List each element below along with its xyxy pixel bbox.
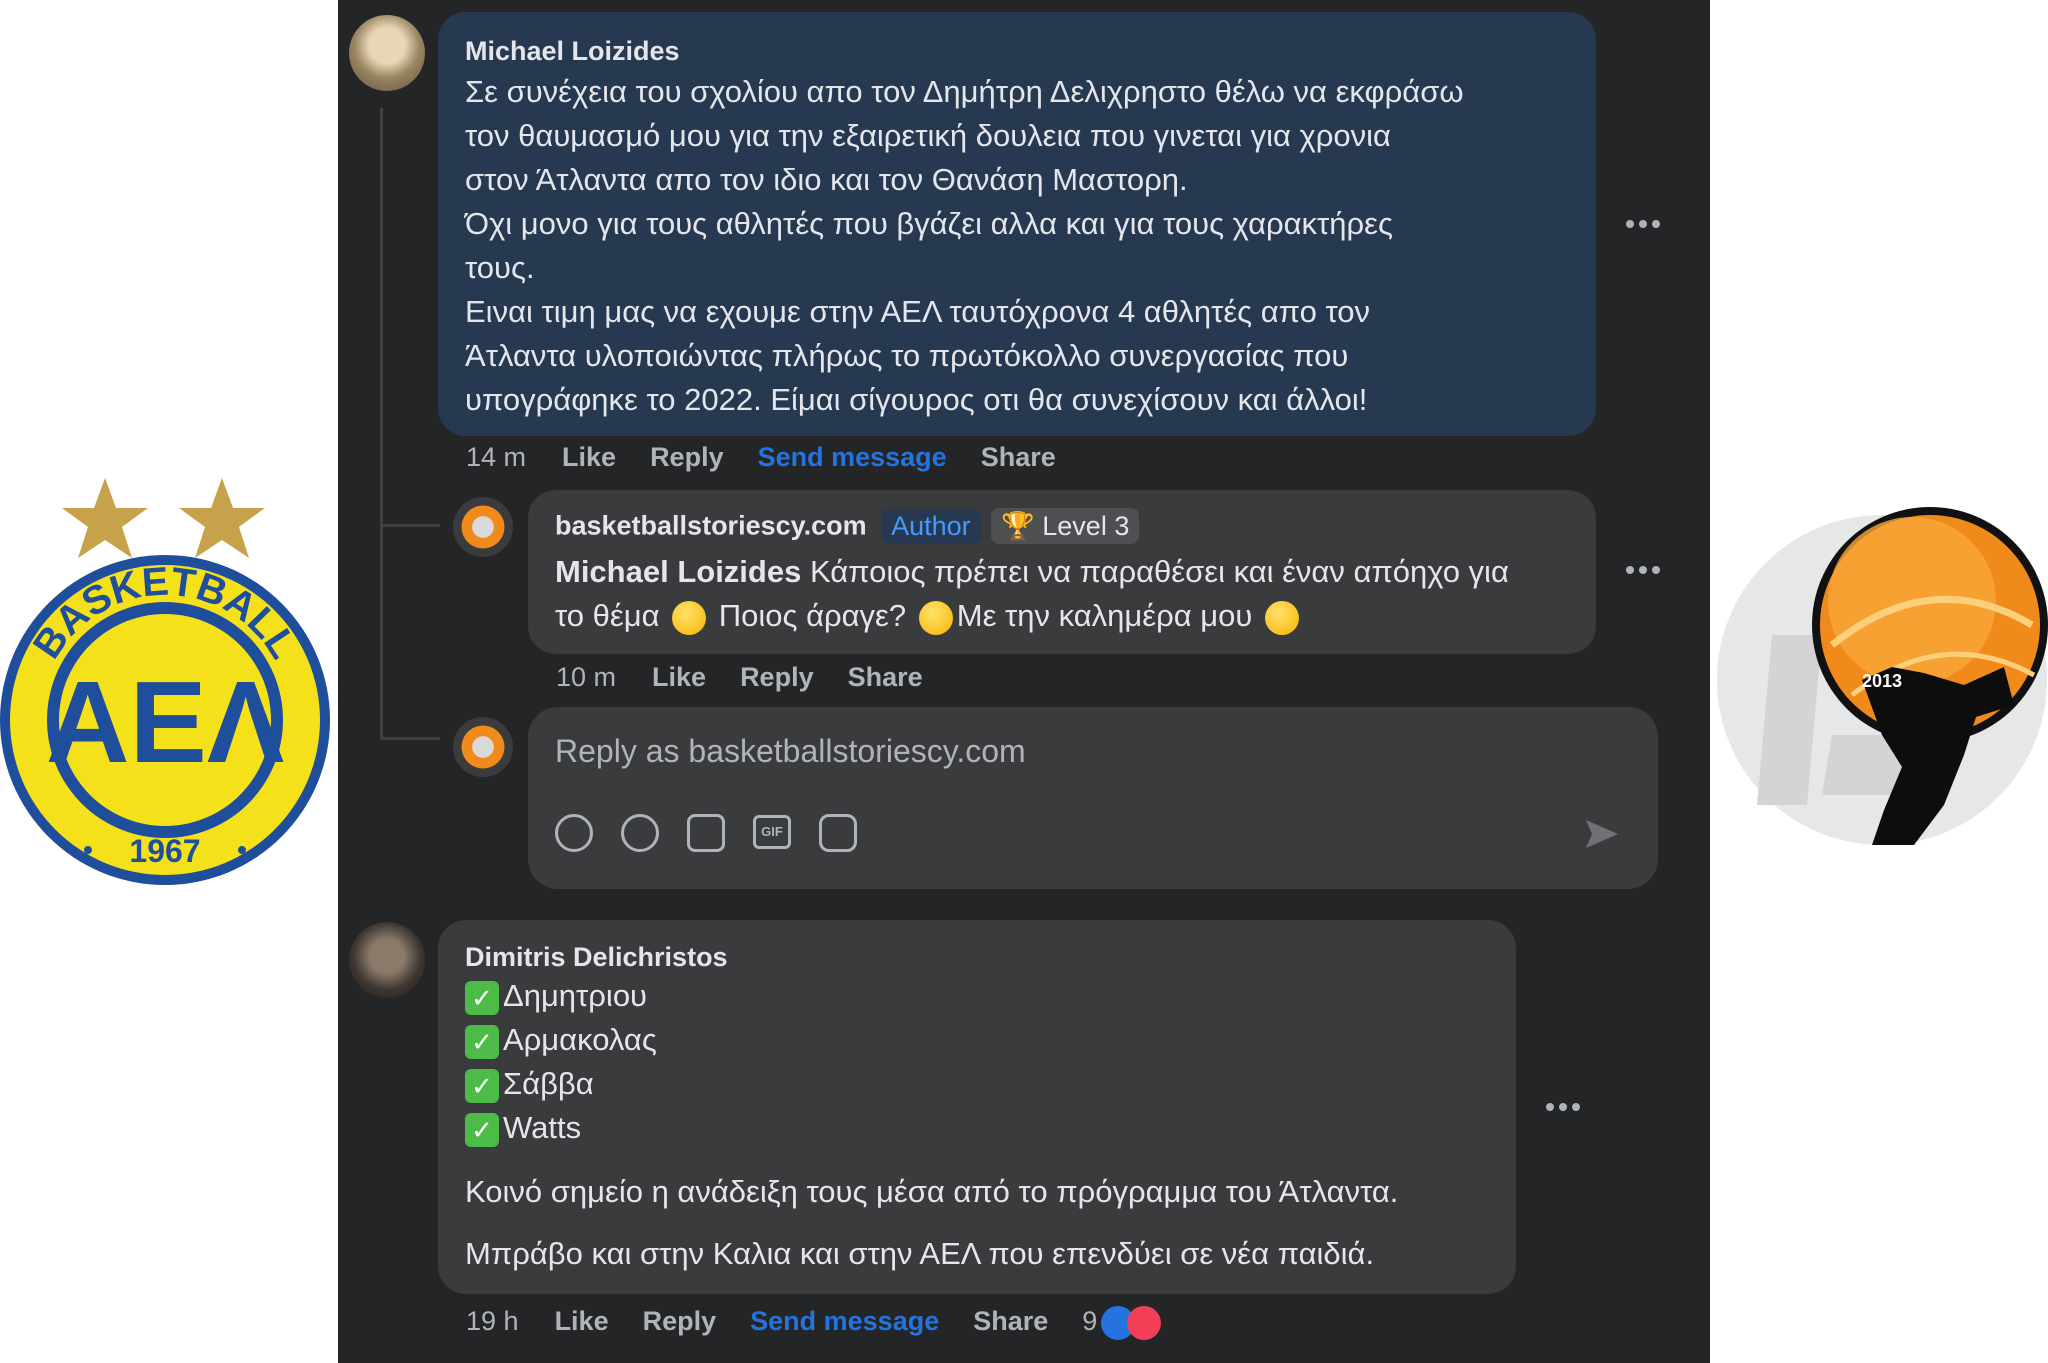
reply-button[interactable]: Reply xyxy=(740,662,814,692)
reaction-count[interactable]: 9 xyxy=(1082,1306,1097,1336)
avatar-sticker-icon[interactable] xyxy=(555,814,593,852)
send-icon[interactable] xyxy=(1582,814,1622,854)
comment-bubble: basketballstoriescy.com Author 🏆 Level 3… xyxy=(528,490,1596,654)
wink-emoji-icon xyxy=(918,600,953,635)
comment-author[interactable]: Dimitris Delichristos xyxy=(465,942,728,973)
star-icon xyxy=(62,478,148,558)
avatar[interactable] xyxy=(453,717,513,777)
comment-text: Κοινό σημείο η ανάδειξη τους μέσα από το… xyxy=(465,1174,1399,1209)
gif-icon[interactable]: GIF xyxy=(753,815,791,849)
more-options-icon[interactable] xyxy=(1626,220,1660,230)
comment-actions: 14 m Like Reply Send message Share xyxy=(466,442,1090,473)
checklist-item: ✓ Δημητριου xyxy=(465,974,657,1018)
logo-year: 2013 xyxy=(1862,671,1902,691)
send-message-button[interactable]: Send message xyxy=(750,1306,939,1336)
thread-line xyxy=(380,524,440,527)
share-button[interactable]: Share xyxy=(981,442,1056,472)
smile-emoji-icon xyxy=(1264,600,1299,635)
trophy-icon: 🏆 xyxy=(1001,511,1035,541)
comment-header: basketballstoriescy.com Author 🏆 Level 3 xyxy=(555,508,1140,544)
comment-author[interactable]: basketballstoriescy.com xyxy=(555,511,867,541)
checklist-item: ✓ Σάββα xyxy=(465,1062,657,1106)
love-reaction-icon[interactable] xyxy=(1127,1306,1162,1340)
comment-text: Michael Loizides Κάποιος πρέπει να παραθ… xyxy=(555,554,1509,635)
comment-bubble: Dimitris Delichristos ✓ Δημητριου ✓ Αρμακο… xyxy=(438,920,1516,1294)
emoji-icon[interactable] xyxy=(621,814,659,852)
like-button[interactable]: Like xyxy=(562,442,616,472)
comment-author[interactable]: Michael Loizides xyxy=(465,36,680,67)
thread-line xyxy=(380,108,383,740)
thread-line xyxy=(380,737,440,740)
check-icon: ✓ xyxy=(465,980,499,1015)
atlas-academy-logo: 2013 xyxy=(1712,505,2048,855)
ael-basketball-logo: BASKETBALL ΑΕΛ 1967 xyxy=(0,470,340,890)
star-icon xyxy=(179,478,265,558)
share-button[interactable]: Share xyxy=(848,662,923,692)
reply-input[interactable]: Reply as basketballstoriescy.com xyxy=(555,729,1615,773)
avatar[interactable] xyxy=(453,497,513,557)
sticker-icon[interactable] xyxy=(819,814,857,852)
logo-year: 1967 xyxy=(129,833,200,869)
reply-button[interactable]: Reply xyxy=(643,1306,717,1336)
author-badge: Author xyxy=(881,508,981,544)
comment-time[interactable]: 19 h xyxy=(466,1306,519,1336)
reply-composer: Reply as basketballstoriescy.com GIF xyxy=(528,707,1658,889)
reply-button[interactable]: Reply xyxy=(650,442,724,472)
avatar[interactable] xyxy=(349,15,425,91)
more-options-icon[interactable] xyxy=(1546,1103,1580,1113)
checklist-item: ✓ Αρμακολας xyxy=(465,1018,657,1062)
comments-panel: Michael Loizides Σε συνέχεια του σχολίου… xyxy=(338,0,1710,1363)
checklist-item: ✓ Watts xyxy=(465,1106,657,1150)
level-badge: 🏆 Level 3 xyxy=(991,508,1140,544)
logo-center-text: ΑΕΛ xyxy=(46,657,285,787)
check-icon: ✓ xyxy=(465,1024,499,1059)
more-options-icon[interactable] xyxy=(1626,566,1660,576)
camera-icon[interactable] xyxy=(687,814,725,852)
comment-actions: 19 h Like Reply Send message Share 9 xyxy=(466,1306,1195,1340)
check-icon: ✓ xyxy=(465,1068,499,1103)
like-button[interactable]: Like xyxy=(652,662,706,692)
checklist: ✓ Δημητριου ✓ Αρμακολας ✓ Σάββα ✓ Watts xyxy=(465,974,657,1150)
comment-time[interactable]: 10 m xyxy=(556,662,616,692)
comment-text: Σε συνέχεια του σχολίου απο τον Δημήτρη … xyxy=(465,74,1464,417)
comment-time[interactable]: 14 m xyxy=(466,442,526,472)
comment-actions: 10 m Like Reply Share xyxy=(556,662,957,693)
smile-emoji-icon xyxy=(672,600,707,635)
like-button[interactable]: Like xyxy=(555,1306,609,1336)
share-button[interactable]: Share xyxy=(973,1306,1048,1336)
comment-bubble: Michael Loizides Σε συνέχεια του σχολίου… xyxy=(438,12,1596,436)
mention-link[interactable]: Michael Loizides xyxy=(555,554,801,589)
comment-text: Μπράβο και στην Καλια και στην ΑΕΛ που ε… xyxy=(465,1236,1375,1271)
check-icon: ✓ xyxy=(465,1112,499,1147)
avatar[interactable] xyxy=(349,922,425,998)
send-message-button[interactable]: Send message xyxy=(758,442,947,472)
